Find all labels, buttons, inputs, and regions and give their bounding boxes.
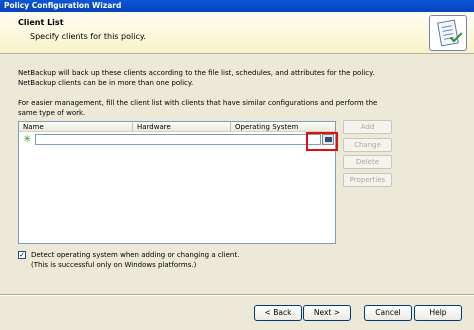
cancel-button[interactable]: Cancel xyxy=(364,305,412,321)
page-subtitle: Specify clients for this policy. xyxy=(30,32,146,41)
wizard-header: Client List Specify clients for this pol… xyxy=(0,12,474,54)
column-operating-system[interactable]: Operating System xyxy=(231,122,335,132)
client-name-input[interactable] xyxy=(35,134,321,145)
client-list[interactable]: Name Hardware Operating System ✳ xyxy=(18,121,336,244)
next-button[interactable]: Next > xyxy=(303,305,351,321)
window-title: Policy Configuration Wizard xyxy=(0,0,474,12)
detect-os-note: (This is successful only on Windows plat… xyxy=(31,261,197,269)
intro-text: NetBackup will back up these clients acc… xyxy=(18,69,375,87)
column-hardware[interactable]: Hardware xyxy=(133,122,231,132)
column-name[interactable]: Name xyxy=(19,122,133,132)
help-button[interactable]: Help xyxy=(414,305,462,321)
wizard-checklist-icon xyxy=(429,15,467,51)
management-hint-text: For easier management, fill the client l… xyxy=(18,99,378,117)
delete-button[interactable]: Delete xyxy=(343,155,392,169)
detect-os-checkbox[interactable]: ✓ xyxy=(18,251,26,259)
properties-button[interactable]: Properties xyxy=(343,173,392,187)
new-item-star-icon: ✳ xyxy=(23,134,32,145)
column-header: Name Hardware Operating System xyxy=(19,122,335,132)
new-client-row[interactable]: ✳ xyxy=(19,134,335,146)
detect-os-label: Detect operating system when adding or c… xyxy=(31,251,240,259)
highlight-box xyxy=(306,132,338,151)
back-button[interactable]: < Back xyxy=(254,305,302,321)
page-title: Client List xyxy=(18,18,64,27)
change-button[interactable]: Change xyxy=(343,138,392,152)
add-button[interactable]: Add xyxy=(343,120,392,134)
footer-divider xyxy=(0,294,474,296)
